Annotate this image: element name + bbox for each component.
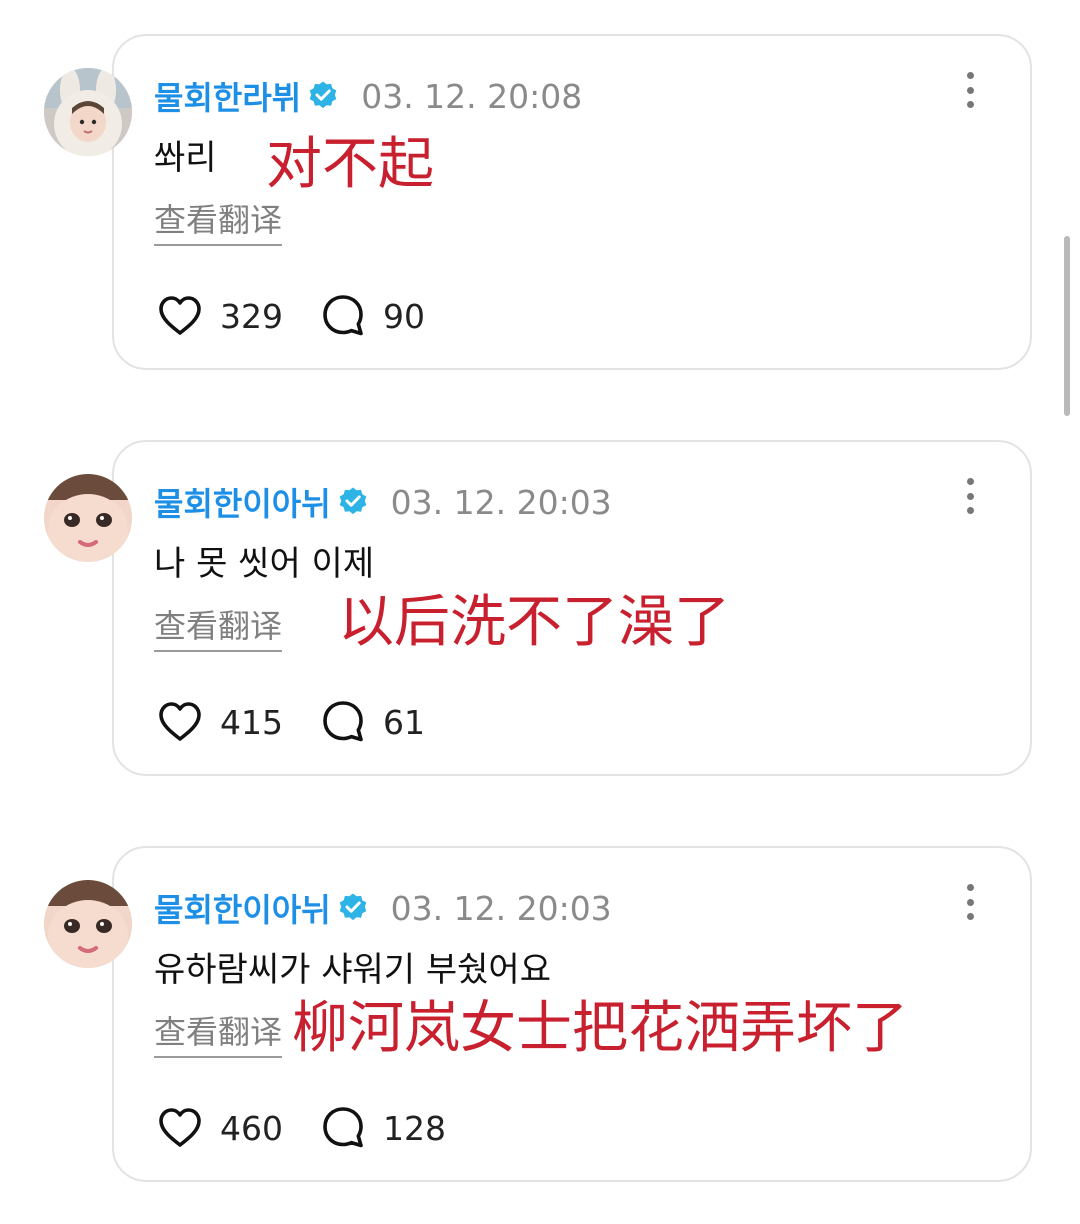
speech-bubble-icon <box>319 292 367 340</box>
username[interactable]: 물회한이아뉘 <box>154 479 331 525</box>
comment-actions: 460 128 <box>156 1104 446 1152</box>
view-translation-link[interactable]: 查看翻译 <box>154 198 283 246</box>
more-vertical-icon[interactable] <box>958 476 982 516</box>
avatar[interactable] <box>44 880 132 968</box>
comment-header: 물회한이아뉘 03. 12. 20:03 <box>154 880 612 936</box>
comment-text: 나 못 씻어 이제 <box>154 544 375 584</box>
timestamp: 03. 12. 20:08 <box>361 76 583 116</box>
view-translation-link[interactable]: 查看翻译 <box>154 1010 283 1058</box>
comment-actions: 329 90 <box>156 292 425 340</box>
translation-annotation: 以后洗不了澡了 <box>338 590 730 655</box>
username[interactable]: 물회한라뷔 <box>154 73 301 119</box>
comment-item: 물회한라뷔 03. 12. 20:08 쏴리 对不起 查看翻译 329 90 <box>0 34 1080 374</box>
comment-actions: 415 61 <box>156 698 425 746</box>
speech-bubble-icon <box>319 698 367 746</box>
heart-outline-icon <box>156 292 204 340</box>
more-vertical-icon[interactable] <box>958 70 982 110</box>
speech-bubble-icon <box>319 1104 367 1152</box>
comment-item: 물회한이아뉘 03. 12. 20:03 유하람씨가 샤워기 부쉈어요 柳河岚女… <box>0 846 1080 1186</box>
view-translation-link[interactable]: 查看翻译 <box>154 604 283 652</box>
reply-button[interactable]: 61 <box>319 698 425 746</box>
like-button[interactable]: 460 <box>156 1104 283 1152</box>
username[interactable]: 물회한이아뉘 <box>154 885 331 931</box>
reply-button[interactable]: 90 <box>319 292 425 340</box>
timestamp: 03. 12. 20:03 <box>390 888 612 928</box>
reply-count: 90 <box>383 296 425 336</box>
comment-text: 쏴리 <box>154 138 217 178</box>
avatar[interactable] <box>44 474 132 562</box>
comment-item: 물회한이아뉘 03. 12. 20:03 나 못 씻어 이제 以后洗不了澡了 查… <box>0 440 1080 780</box>
comment-header: 물회한라뷔 03. 12. 20:08 <box>154 68 582 124</box>
like-count: 460 <box>220 1108 283 1148</box>
reply-count: 61 <box>383 702 425 742</box>
like-button[interactable]: 329 <box>156 292 283 340</box>
like-button[interactable]: 415 <box>156 698 283 746</box>
comment-header: 물회한이아뉘 03. 12. 20:03 <box>154 474 612 530</box>
like-count: 329 <box>220 296 283 336</box>
reply-count: 128 <box>383 1108 446 1148</box>
translation-annotation: 对不起 <box>266 132 434 197</box>
reply-button[interactable]: 128 <box>319 1104 446 1152</box>
comment-text: 유하람씨가 샤워기 부쉈어요 <box>154 950 551 990</box>
verified-badge-icon <box>307 80 339 112</box>
more-vertical-icon[interactable] <box>958 882 982 922</box>
verified-badge-icon <box>337 486 369 518</box>
translation-annotation: 柳河岚女士把花洒弄坏了 <box>292 996 908 1061</box>
heart-outline-icon <box>156 698 204 746</box>
verified-badge-icon <box>337 892 369 924</box>
heart-outline-icon <box>156 1104 204 1152</box>
avatar[interactable] <box>44 68 132 156</box>
timestamp: 03. 12. 20:03 <box>390 482 612 522</box>
like-count: 415 <box>220 702 283 742</box>
